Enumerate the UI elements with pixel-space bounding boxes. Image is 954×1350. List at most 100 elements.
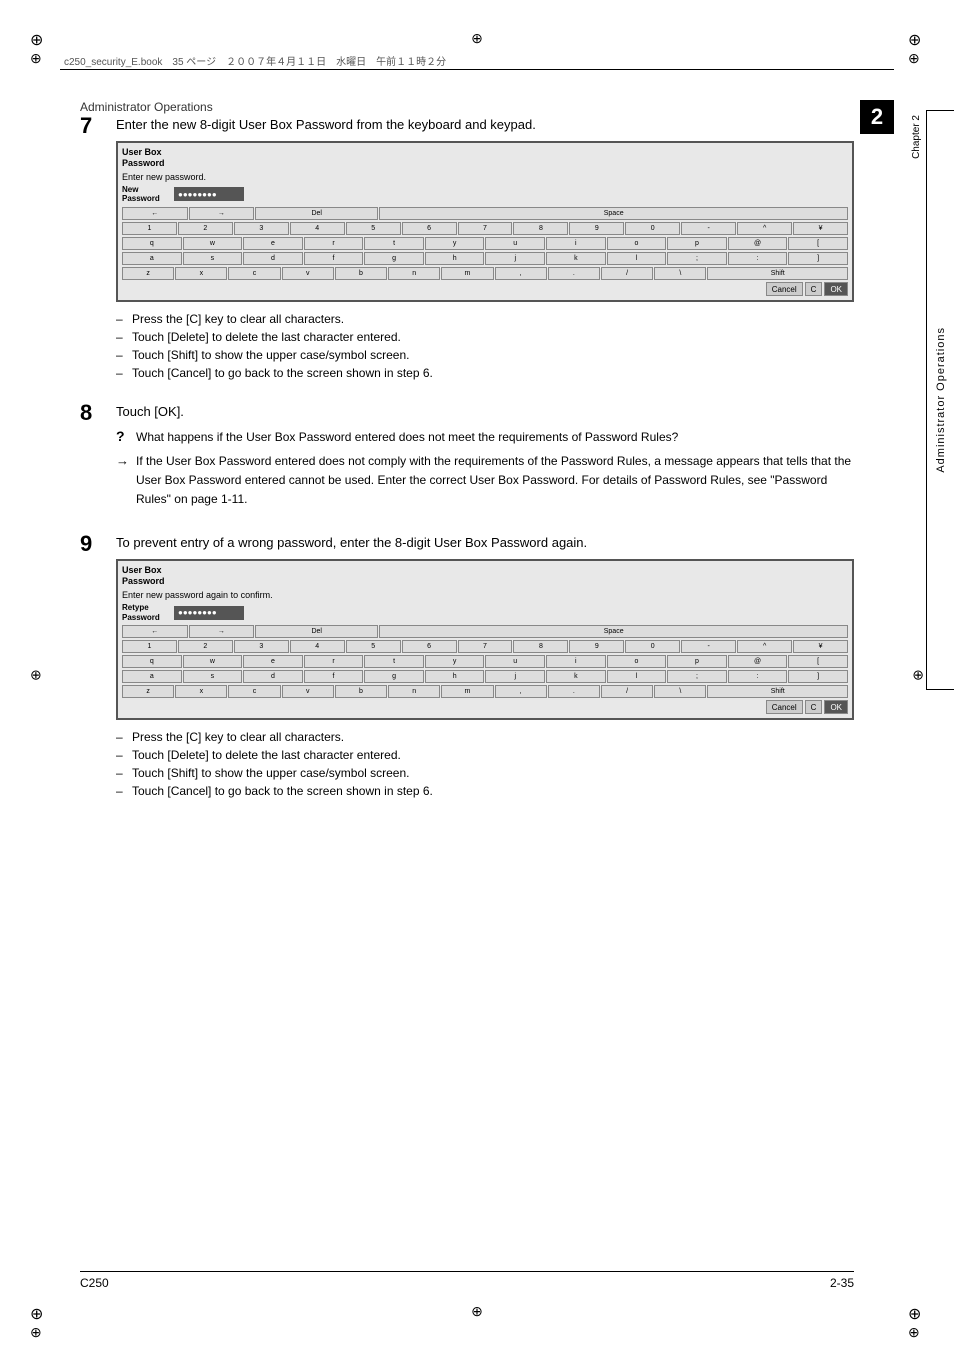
step-7-bullet-4: Touch [Cancel] to go back to the screen …	[116, 364, 854, 382]
step-9: 9 To prevent entry of a wrong password, …	[80, 533, 854, 808]
kb1-key-bracket1: [	[788, 237, 848, 250]
kb2-field-label: RetypePassword	[122, 603, 170, 622]
kb1-key-period: .	[548, 267, 600, 280]
kb1-c-btn[interactable]: C	[805, 282, 823, 296]
kb2-subtitle: Enter new password again to confirm.	[122, 590, 848, 600]
kb1-key-slash: /	[601, 267, 653, 280]
kb1-key-bracket2: ]	[788, 252, 848, 265]
kb2-key-v: v	[282, 685, 334, 698]
kb2-cancel-btn[interactable]: Cancel	[766, 700, 803, 714]
kb2-key-d: d	[243, 670, 303, 683]
kb1-num-row: 1 2 3 4 5 6 7 8 9 0 - ^ ¥	[122, 222, 848, 235]
kb1-field-value: ●●●●●●●●	[178, 190, 217, 199]
kb1-ok-btn[interactable]: OK	[824, 282, 848, 296]
kb1-key-s: s	[183, 252, 243, 265]
kb2-key-7: 7	[458, 640, 513, 653]
kb1-key-8: 8	[513, 222, 568, 235]
reg-mark-tr: ⊕	[908, 30, 924, 46]
kb1-key-space: Space	[379, 207, 848, 220]
kb1-key-n: n	[388, 267, 440, 280]
kb1-key-yen: ¥	[793, 222, 848, 235]
kb2-key-u: u	[485, 655, 545, 668]
kb1-key-minus: -	[681, 222, 736, 235]
step-9-bullet-1: Press the [C] key to clear all character…	[116, 728, 854, 746]
kb2-key-comma: ,	[495, 685, 547, 698]
keyboard-panel-1: User BoxPassword Enter new password. New…	[116, 141, 854, 303]
kb2-key-slash: /	[601, 685, 653, 698]
kb2-key-e: e	[243, 655, 303, 668]
kb2-key-j: j	[485, 670, 545, 683]
kb2-key-c: c	[228, 685, 280, 698]
file-info: c250_security_E.book 35 ページ ２００７年４月１１日 水…	[64, 53, 446, 68]
kb1-key-k: k	[546, 252, 606, 265]
kb1-key-r: r	[304, 237, 364, 250]
kb2-key-l: l	[607, 670, 667, 683]
section-title: Administrator Operations	[80, 100, 213, 114]
kb2-key-0: 0	[625, 640, 680, 653]
kb2-ok-btn[interactable]: OK	[824, 700, 848, 714]
kb1-key-7: 7	[458, 222, 513, 235]
kb1-key-semi: ;	[667, 252, 727, 265]
step-8-question: What happens if the User Box Password en…	[136, 428, 678, 446]
kb1-key-j: j	[485, 252, 545, 265]
kb2-key-colon: :	[728, 670, 788, 683]
kb2-header: User BoxPassword	[122, 565, 848, 588]
kb1-key-5: 5	[346, 222, 401, 235]
kb1-key-e: e	[243, 237, 303, 250]
kb1-key-at: @	[728, 237, 788, 250]
kb2-key-semi: ;	[667, 670, 727, 683]
kb1-subtitle: Enter new password.	[122, 172, 848, 182]
kb2-key-x: x	[175, 685, 227, 698]
kb1-key-p: p	[667, 237, 727, 250]
kb2-key-period: .	[548, 685, 600, 698]
kb2-key-p: p	[667, 655, 727, 668]
kb1-field-row: NewPassword ●●●●●●●●	[122, 185, 848, 204]
kb1-cancel-btn[interactable]: Cancel	[766, 282, 803, 296]
kb1-key-right: →	[189, 207, 255, 220]
step-9-title: To prevent entry of a wrong password, en…	[116, 533, 854, 553]
kb1-header: User BoxPassword	[122, 147, 848, 170]
kb2-key-b: b	[335, 685, 387, 698]
kb1-key-c: c	[228, 267, 280, 280]
kb2-key-f: f	[304, 670, 364, 683]
kb1-qwerty1-row: q w e r t y u i o p @ [	[122, 237, 848, 250]
kb1-key-1: 1	[122, 222, 177, 235]
kb2-key-q: q	[122, 655, 182, 668]
kb2-key-k: k	[546, 670, 606, 683]
kb2-key-m: m	[441, 685, 493, 698]
side-tab-label: Administrator Operations	[935, 327, 947, 473]
keyboard-panel-2: User BoxPassword Enter new password agai…	[116, 559, 854, 721]
kb2-key-5: 5	[346, 640, 401, 653]
step-8-content: Touch [OK]. ? What happens if the User B…	[116, 402, 854, 521]
kb1-key-3: 3	[234, 222, 289, 235]
main-content: 7 Enter the new 8-digit User Box Passwor…	[80, 115, 854, 820]
step-7-bullet-3: Touch [Shift] to show the upper case/sym…	[116, 346, 854, 364]
kb1-key-w: w	[183, 237, 243, 250]
kb2-field-input: ●●●●●●●●	[174, 606, 244, 620]
step-7-bullets: Press the [C] key to clear all character…	[116, 310, 854, 382]
kb1-key-2: 2	[178, 222, 233, 235]
reg-mark-left: ⊕	[30, 667, 42, 684]
kb2-key-r: r	[304, 655, 364, 668]
kb2-c-btn[interactable]: C	[805, 700, 823, 714]
step-8-answer: If the User Box Password entered does no…	[136, 452, 854, 510]
kb2-key-6: 6	[402, 640, 457, 653]
step-8-number: 8	[80, 402, 116, 424]
kb1-key-9: 9	[569, 222, 624, 235]
kb1-key-caret: ^	[737, 222, 792, 235]
kb2-qwerty3-row: z x c v b n m , . / \ Shift	[122, 685, 848, 698]
kb1-qwerty3-row: z x c v b n m , . / \ Shift	[122, 267, 848, 280]
reg-mark-right: ⊕	[912, 667, 924, 684]
kb2-key-left: ←	[122, 625, 188, 638]
kb1-key-g: g	[364, 252, 424, 265]
kb2-key-yen: ¥	[793, 640, 848, 653]
step-7-number: 7	[80, 115, 116, 137]
kb1-bottom-row: Cancel C OK	[122, 282, 848, 296]
kb1-key-d: d	[243, 252, 303, 265]
kb2-key-minus: -	[681, 640, 736, 653]
kb2-key-w: w	[183, 655, 243, 668]
kb1-key-m: m	[441, 267, 493, 280]
kb2-qwerty1-row: q w e r t y u i o p @ [	[122, 655, 848, 668]
kb1-key-6: 6	[402, 222, 457, 235]
kb2-key-8: 8	[513, 640, 568, 653]
